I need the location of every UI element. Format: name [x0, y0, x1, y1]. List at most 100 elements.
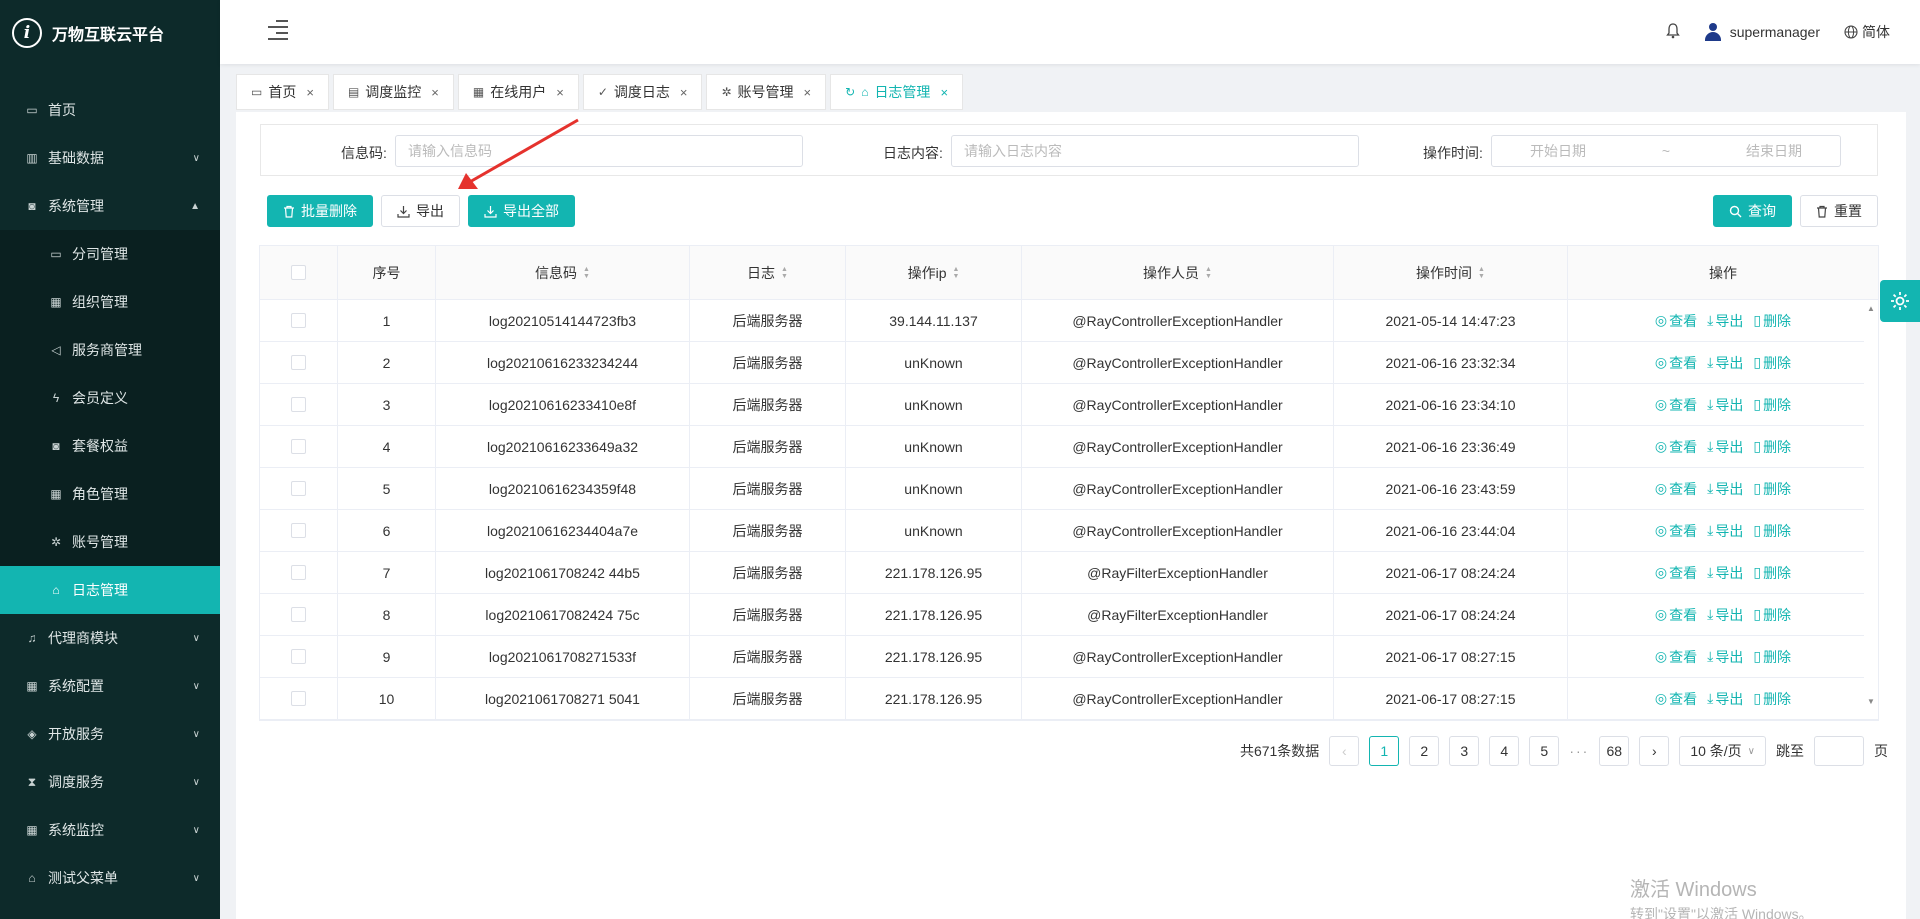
- close-icon[interactable]: ×: [556, 85, 564, 100]
- sidebar-item[interactable]: ◈ 开放服务 ∨: [0, 710, 220, 758]
- tab[interactable]: ✲ 账号管理 ×: [706, 74, 827, 110]
- sidebar-item[interactable]: ▥ 基础数据 ∨: [0, 134, 220, 182]
- tab[interactable]: ▤ 调度监控 ×: [332, 74, 454, 110]
- view-link[interactable]: ◎ 查看: [1655, 395, 1697, 415]
- row-checkbox[interactable]: [291, 649, 306, 664]
- close-icon[interactable]: ×: [306, 85, 314, 100]
- prev-page-button[interactable]: ‹: [1329, 736, 1360, 766]
- view-link[interactable]: ◎ 查看: [1655, 689, 1697, 709]
- delete-link[interactable]: ▯ 删除: [1753, 395, 1791, 415]
- export-link[interactable]: ⤓ 导出: [1707, 521, 1743, 541]
- page-button[interactable]: 1: [1369, 736, 1400, 766]
- pagination-ellipsis[interactable]: ···: [1569, 743, 1589, 759]
- header-log[interactable]: 日志 ▲ ▼: [690, 246, 846, 299]
- delete-link[interactable]: ▯ 删除: [1753, 647, 1791, 667]
- sidebar-item[interactable]: ▭ 分司管理: [0, 230, 220, 278]
- sidebar-item[interactable]: ▦ 系统监控 ∨: [0, 806, 220, 854]
- export-link[interactable]: ⤓ 导出: [1707, 647, 1743, 667]
- user-menu[interactable]: supermanager: [1704, 23, 1820, 41]
- sidebar-item[interactable]: ▦ 系统配置 ∨: [0, 662, 220, 710]
- row-checkbox[interactable]: [291, 565, 306, 580]
- sidebar-item[interactable]: ⌂ 日志管理: [0, 566, 220, 614]
- content-input[interactable]: 请输入日志内容: [951, 135, 1359, 167]
- view-link[interactable]: ◎ 查看: [1655, 647, 1697, 667]
- tab[interactable]: ▭ 首页 ×: [236, 74, 329, 110]
- batch-delete-button[interactable]: 批量删除: [267, 195, 373, 227]
- delete-link[interactable]: ▯ 删除: [1753, 479, 1791, 499]
- row-checkbox[interactable]: [291, 355, 306, 370]
- header-code[interactable]: 信息码 ▲ ▼: [436, 246, 690, 299]
- row-checkbox[interactable]: [291, 607, 306, 622]
- reset-button[interactable]: 重置: [1800, 195, 1878, 227]
- sidebar-item[interactable]: ⧗ 调度服务 ∨: [0, 758, 220, 806]
- refresh-icon[interactable]: ↻: [845, 85, 855, 99]
- sort-icon[interactable]: ▲ ▼: [1205, 266, 1212, 280]
- export-link[interactable]: ⤓ 导出: [1707, 605, 1743, 625]
- language-switch[interactable]: 简体: [1844, 22, 1890, 42]
- export-link[interactable]: ⤓ 导出: [1707, 479, 1743, 499]
- table-scrollbar[interactable]: ▲ ▼: [1864, 300, 1878, 710]
- row-checkbox[interactable]: [291, 313, 306, 328]
- export-link[interactable]: ⤓ 导出: [1707, 437, 1743, 457]
- export-link[interactable]: ⤓ 导出: [1707, 689, 1743, 709]
- tab[interactable]: ▦ 在线用户 ×: [457, 74, 579, 110]
- sidebar-item[interactable]: ⌂ 测试父菜单 ∨: [0, 854, 220, 902]
- select-all-checkbox[interactable]: [291, 265, 306, 280]
- sidebar-item[interactable]: ◙ 系统管理 ▲: [0, 182, 220, 230]
- sidebar-item[interactable]: ◙ 套餐权益: [0, 422, 220, 470]
- page-last[interactable]: 68: [1599, 736, 1630, 766]
- view-link[interactable]: ◎ 查看: [1655, 437, 1697, 457]
- delete-link[interactable]: ▯ 删除: [1753, 353, 1791, 373]
- page-button[interactable]: 3: [1449, 736, 1480, 766]
- sort-icon[interactable]: ▲ ▼: [781, 266, 788, 280]
- bell-icon[interactable]: [1665, 22, 1680, 42]
- close-icon[interactable]: ×: [431, 85, 439, 100]
- close-icon[interactable]: ×: [804, 85, 812, 100]
- start-date-input[interactable]: 开始日期: [1530, 141, 1586, 161]
- page-size-select[interactable]: 10 条/页 ∨: [1679, 736, 1766, 766]
- query-button[interactable]: 查询: [1713, 195, 1792, 227]
- view-link[interactable]: ◎ 查看: [1655, 479, 1697, 499]
- logo[interactable]: i 万物互联云平台: [0, 0, 220, 66]
- sort-icon[interactable]: ▲ ▼: [1478, 266, 1485, 280]
- row-checkbox[interactable]: [291, 691, 306, 706]
- header-time[interactable]: 操作时间 ▲ ▼: [1334, 246, 1568, 299]
- row-checkbox[interactable]: [291, 397, 306, 412]
- delete-link[interactable]: ▯ 删除: [1753, 437, 1791, 457]
- delete-link[interactable]: ▯ 删除: [1753, 605, 1791, 625]
- sidebar-item[interactable]: ϟ 会员定义: [0, 374, 220, 422]
- sidebar-item[interactable]: ▦ 角色管理: [0, 470, 220, 518]
- header-operator[interactable]: 操作人员 ▲ ▼: [1022, 246, 1334, 299]
- row-checkbox[interactable]: [291, 439, 306, 454]
- export-link[interactable]: ⤓ 导出: [1707, 563, 1743, 583]
- delete-link[interactable]: ▯ 删除: [1753, 563, 1791, 583]
- jump-input[interactable]: [1814, 736, 1864, 766]
- view-link[interactable]: ◎ 查看: [1655, 605, 1697, 625]
- page-button[interactable]: 4: [1489, 736, 1520, 766]
- delete-link[interactable]: ▯ 删除: [1753, 689, 1791, 709]
- export-link[interactable]: ⤓ 导出: [1707, 311, 1743, 331]
- sidebar-item[interactable]: ▭ 首页: [0, 86, 220, 134]
- export-all-button[interactable]: 导出全部: [468, 195, 575, 227]
- sidebar-item[interactable]: ▦ 组织管理: [0, 278, 220, 326]
- page-button[interactable]: 2: [1409, 736, 1440, 766]
- view-link[interactable]: ◎ 查看: [1655, 353, 1697, 373]
- close-icon[interactable]: ×: [940, 85, 948, 100]
- delete-link[interactable]: ▯ 删除: [1753, 521, 1791, 541]
- next-page-button[interactable]: ›: [1639, 736, 1670, 766]
- menu-toggle-icon[interactable]: [268, 20, 288, 40]
- export-link[interactable]: ⤓ 导出: [1707, 395, 1743, 415]
- end-date-input[interactable]: 结束日期: [1746, 141, 1802, 161]
- settings-gear-icon[interactable]: [1880, 280, 1920, 322]
- view-link[interactable]: ◎ 查看: [1655, 521, 1697, 541]
- sidebar-item[interactable]: ✲ 账号管理: [0, 518, 220, 566]
- close-icon[interactable]: ×: [680, 85, 688, 100]
- page-button[interactable]: 5: [1529, 736, 1560, 766]
- header-ip[interactable]: 操作ip ▲ ▼: [846, 246, 1022, 299]
- date-range-picker[interactable]: 开始日期 ~ 结束日期: [1491, 135, 1841, 167]
- sort-icon[interactable]: ▲ ▼: [952, 266, 959, 280]
- delete-link[interactable]: ▯ 删除: [1753, 311, 1791, 331]
- view-link[interactable]: ◎ 查看: [1655, 563, 1697, 583]
- tab[interactable]: ↻ ⌂ 日志管理 ×: [830, 74, 964, 110]
- tab[interactable]: ✓ 调度日志 ×: [582, 74, 703, 110]
